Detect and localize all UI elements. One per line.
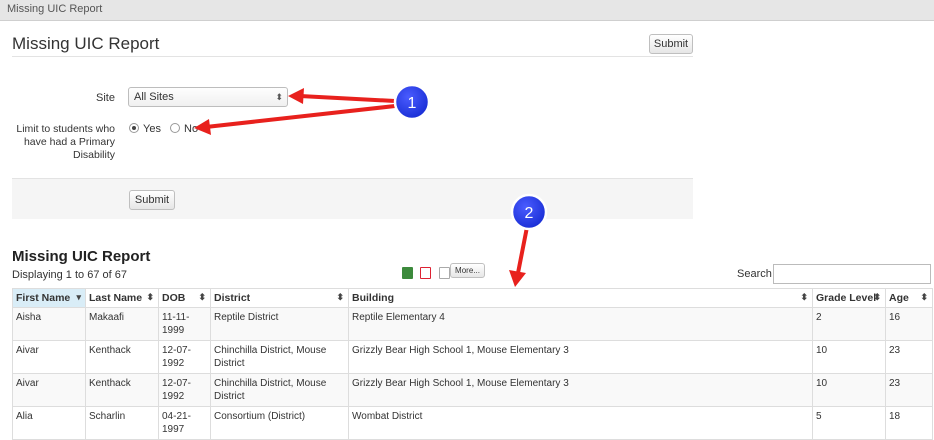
column-header-grade-level[interactable]: Grade Level ⬍ [812,288,886,308]
limit-label: Limit to students who have had a Primary… [12,123,115,162]
column-header-label: Age [889,292,909,304]
column-header-label: District [214,292,251,304]
cell-dob: 12-07-1992 [158,340,211,374]
column-header-label: First Name [16,292,71,304]
sort-icon: ⬍ [800,292,808,302]
column-header-last-name[interactable]: Last Name ⬍ [85,288,159,308]
column-header-label: Building [352,292,394,304]
cell-dob: 12-07-1992 [158,373,211,407]
column-header-district[interactable]: District ⬍ [210,288,349,308]
cell-grade-level: 10 [812,340,886,374]
column-header-label: DOB [162,292,186,304]
cell-age: 23 [885,373,933,407]
report-table: First Name ▾ Last Name ⬍ DOB ⬍ District ⬍ Bu… [12,288,933,440]
tab-bar: Missing UIC Report [0,0,934,21]
form-actions [12,178,693,219]
column-header-building[interactable]: Building ⬍ [348,288,813,308]
sort-icon: ⬍ [873,292,881,302]
column-header-dob[interactable]: DOB ⬍ [158,288,211,308]
page-title: Missing UIC Report [12,34,160,53]
tab-missing-uic-report[interactable]: Missing UIC Report [7,3,102,15]
pdf-export-icon[interactable] [420,266,432,279]
excel-export-icon[interactable] [402,266,413,279]
limit-label-line: have had a Primary [23,136,115,148]
select-arrows-icon: ⬍ [275,92,283,102]
site-select-value: All Sites [134,91,174,103]
radio-yes[interactable] [129,123,139,133]
sort-icon: ⬍ [146,292,154,302]
radio-yes-label[interactable]: Yes [143,123,161,135]
cell-last-name: Scharlin [85,406,159,440]
callout-number: 1 [408,95,417,112]
column-header-label: Last Name [89,292,143,304]
search-input[interactable] [773,264,931,284]
site-label: Site [96,92,115,104]
callout-badge-1: 1 [393,83,431,121]
cell-age: 16 [885,307,933,341]
cell-building: Grizzly Bear High School 1, Mouse Elemen… [348,373,813,407]
submit-button-bottom[interactable]: Submit [129,190,175,210]
limit-label-line: Limit to students who [16,123,115,135]
cell-age: 23 [885,340,933,374]
table-row: Aivar Kenthack 12-07-1992 Chinchilla Dis… [12,373,933,407]
table-header-row: First Name ▾ Last Name ⬍ DOB ⬍ District ⬍ Bu… [12,288,933,308]
cell-first-name: Alia [12,406,86,440]
cell-district: Reptile District [210,307,349,341]
radio-no-label[interactable]: No [184,123,198,135]
cell-district: Chinchilla District, Mouse District [210,340,349,374]
column-header-age[interactable]: Age ⬍ [885,288,933,308]
cell-last-name: Kenthack [85,373,159,407]
table-row: Aivar Kenthack 12-07-1992 Chinchilla Dis… [12,340,933,374]
cell-last-name: Kenthack [85,340,159,374]
displaying-count: Displaying 1 to 67 of 67 [12,269,127,281]
column-header-label: Grade Level [816,292,877,304]
cell-building: Wombat District [348,406,813,440]
cell-first-name: Aivar [12,340,86,374]
limit-radio-group: Yes No [129,123,204,135]
arrow-to-site-select [288,88,397,104]
cell-grade-level: 10 [812,373,886,407]
sort-icon: ⬍ [198,292,206,302]
arrow-to-radio-no [194,104,397,135]
submit-button-top[interactable]: Submit [649,34,693,54]
text-export-icon[interactable] [438,266,450,279]
cell-district: Consortium (District) [210,406,349,440]
site-select[interactable]: All Sites ⬍ [128,87,288,107]
cell-grade-level: 5 [812,406,886,440]
table-row: Aisha Makaafi 11-11-1999 Reptile Distric… [12,307,933,341]
cell-dob: 11-11-1999 [158,307,211,341]
sort-icon: ⬍ [336,292,344,302]
cell-building: Grizzly Bear High School 1, Mouse Elemen… [348,340,813,374]
cell-district: Chinchilla District, Mouse District [210,373,349,407]
report-title: Missing UIC Report [12,248,151,265]
column-header-first-name[interactable]: First Name ▾ [12,288,86,308]
cell-age: 18 [885,406,933,440]
cell-grade-level: 2 [812,307,886,341]
cell-first-name: Aisha [12,307,86,341]
radio-no[interactable] [170,123,181,133]
cell-last-name: Makaafi [85,307,159,341]
search-label: Search [737,268,772,280]
more-button[interactable]: More... [450,263,485,278]
export-icons [402,264,453,279]
cell-first-name: Aivar [12,373,86,407]
sort-icon: ⬍ [920,292,928,302]
cell-building: Reptile Elementary 4 [348,307,813,341]
limit-label-line: Disability [72,149,115,161]
divider [12,56,693,57]
arrow-to-building-column [509,220,530,287]
table-row: Alia Scharlin 04-21-1997 Consortium (Dis… [12,406,933,440]
sort-desc-icon: ▾ [76,292,81,302]
cell-dob: 04-21-1997 [158,406,211,440]
